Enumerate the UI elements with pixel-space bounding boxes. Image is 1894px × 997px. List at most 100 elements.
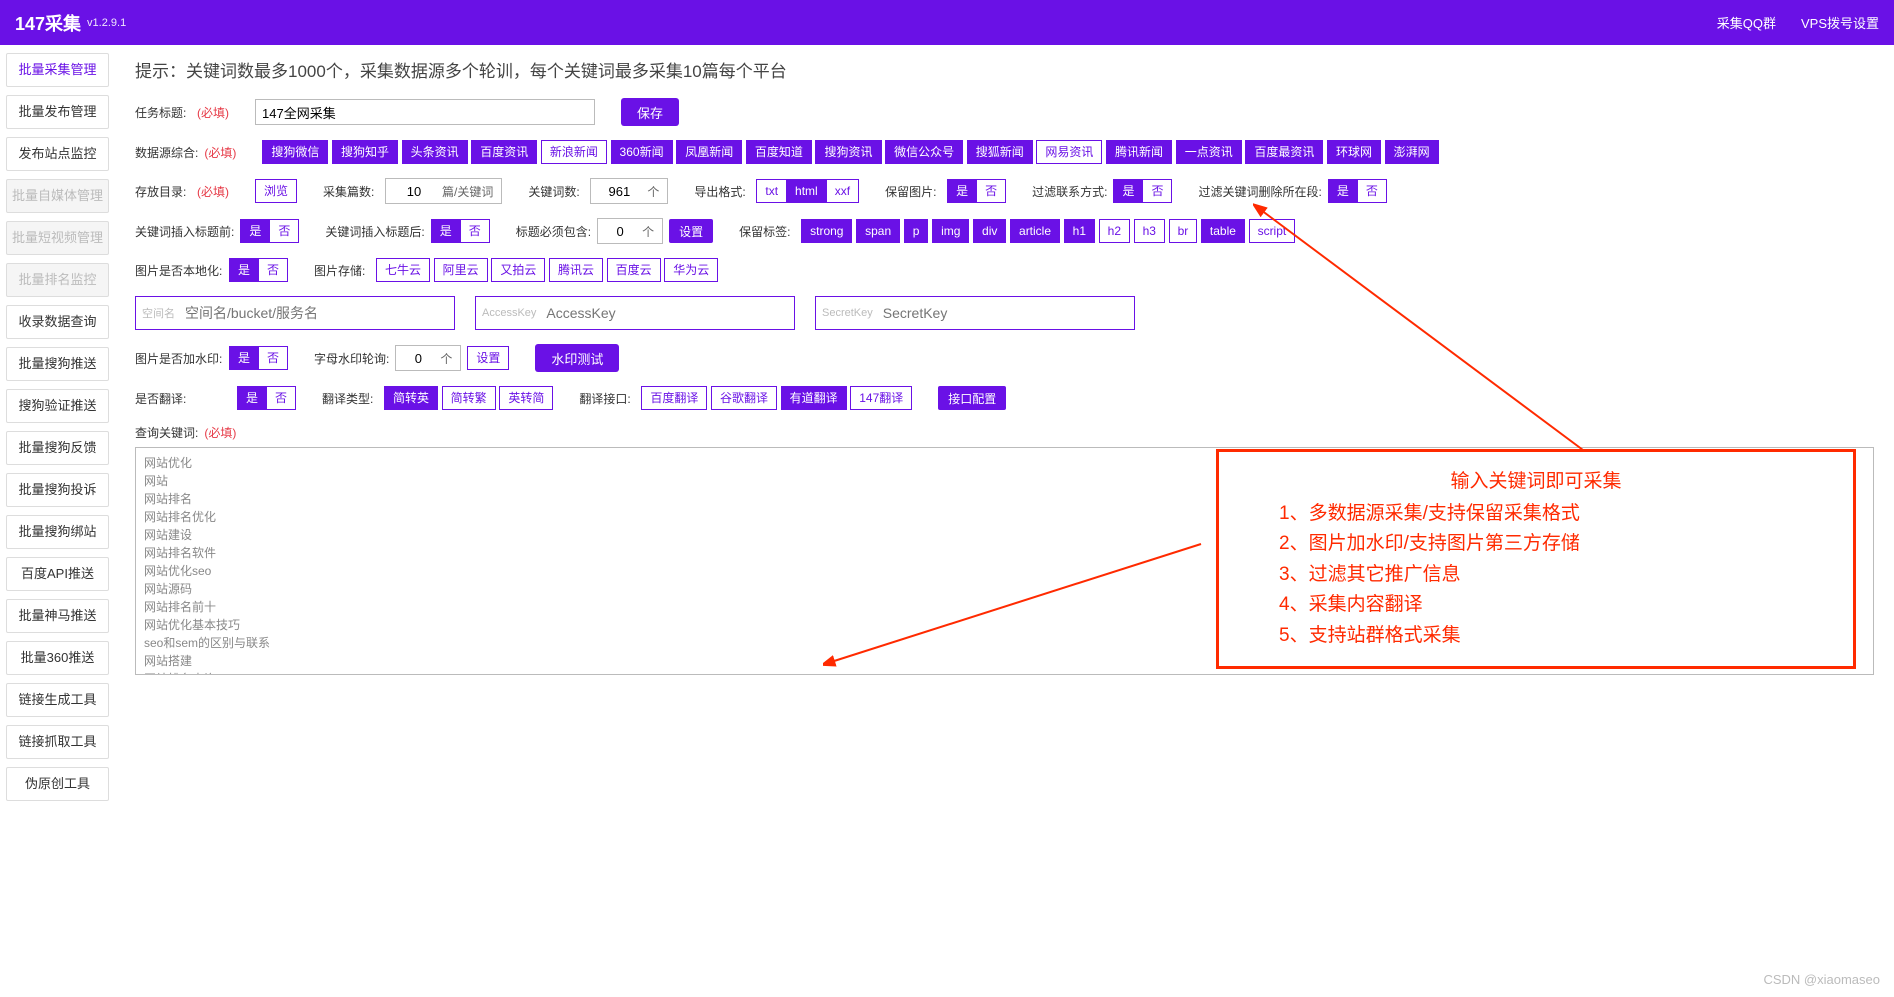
keep-tag-option[interactable]: h1 bbox=[1064, 219, 1095, 243]
source-option[interactable]: 百度资讯 bbox=[471, 140, 537, 164]
kw-pre-option[interactable]: 是 bbox=[240, 219, 269, 243]
translate-option[interactable]: 否 bbox=[266, 386, 296, 410]
sidebar-item[interactable]: 搜狗验证推送 bbox=[6, 389, 109, 423]
wm-test-button[interactable]: 水印测试 bbox=[535, 344, 619, 372]
space-name-input[interactable] bbox=[181, 298, 454, 328]
trans-api-option[interactable]: 百度翻译 bbox=[641, 386, 707, 410]
filter-kw-option[interactable]: 是 bbox=[1328, 179, 1357, 203]
secretkey-input[interactable] bbox=[879, 298, 1134, 328]
source-option[interactable]: 搜狗微信 bbox=[262, 140, 328, 164]
sidebar-item[interactable]: 批量360推送 bbox=[6, 641, 109, 675]
link-vps-settings[interactable]: VPS拨号设置 bbox=[1801, 13, 1879, 32]
save-button[interactable]: 保存 bbox=[621, 98, 679, 126]
watermark-option[interactable]: 是 bbox=[229, 346, 258, 370]
source-option[interactable]: 搜狐新闻 bbox=[967, 140, 1033, 164]
sidebar-item[interactable]: 批量搜狗推送 bbox=[6, 347, 109, 381]
task-title-input[interactable] bbox=[255, 99, 595, 125]
accesskey-input[interactable] bbox=[542, 298, 794, 328]
trans-type-option[interactable]: 简转英 bbox=[384, 386, 438, 410]
source-option[interactable]: 头条资讯 bbox=[402, 140, 468, 164]
accesskey-field[interactable]: AccessKey bbox=[475, 296, 795, 330]
watermark-option[interactable]: 否 bbox=[258, 346, 288, 370]
secretkey-field[interactable]: SecretKey bbox=[815, 296, 1135, 330]
trans-type-option[interactable]: 英转简 bbox=[499, 386, 553, 410]
title-must-set-button[interactable]: 设置 bbox=[669, 219, 713, 243]
pic-local-option[interactable]: 否 bbox=[258, 258, 288, 282]
sidebar-item[interactable]: 百度API推送 bbox=[6, 557, 109, 591]
translate-option[interactable]: 是 bbox=[237, 386, 266, 410]
sidebar-item[interactable]: 伪原创工具 bbox=[6, 767, 109, 801]
keep-tag-option[interactable]: div bbox=[973, 219, 1006, 243]
filter-contact-option[interactable]: 是 bbox=[1113, 179, 1142, 203]
sidebar-item[interactable]: 批量搜狗绑站 bbox=[6, 515, 109, 549]
keep-tag-option[interactable]: h2 bbox=[1099, 219, 1130, 243]
keep-tag-option[interactable]: table bbox=[1201, 219, 1245, 243]
keep-tag-option[interactable]: br bbox=[1169, 219, 1198, 243]
sidebar-item[interactable]: 发布站点监控 bbox=[6, 137, 109, 171]
sidebar-item[interactable]: 批量采集管理 bbox=[6, 53, 109, 87]
collect-count-input[interactable] bbox=[390, 180, 438, 202]
source-option[interactable]: 新浪新闻 bbox=[541, 140, 607, 164]
pic-store-option[interactable]: 七牛云 bbox=[376, 258, 430, 282]
space-name-field[interactable]: 空间名 bbox=[135, 296, 455, 330]
source-option[interactable]: 搜狗资讯 bbox=[815, 140, 881, 164]
keep-tag-option[interactable]: strong bbox=[801, 219, 852, 243]
title-must-input[interactable] bbox=[602, 220, 638, 242]
source-option[interactable]: 澎湃网 bbox=[1385, 140, 1439, 164]
pic-store-option[interactable]: 又拍云 bbox=[491, 258, 545, 282]
source-label: 数据源综合: bbox=[135, 144, 198, 161]
wm-set-button[interactable]: 设置 bbox=[467, 346, 509, 370]
kw-suf-option[interactable]: 是 bbox=[431, 219, 460, 243]
keep-tag-option[interactable]: span bbox=[856, 219, 900, 243]
pic-store-option[interactable]: 腾讯云 bbox=[549, 258, 603, 282]
trans-type-option[interactable]: 简转繁 bbox=[442, 386, 496, 410]
filter-contact-option[interactable]: 否 bbox=[1142, 179, 1172, 203]
source-option[interactable]: 百度最资讯 bbox=[1245, 140, 1323, 164]
source-option[interactable]: 凤凰新闻 bbox=[676, 140, 742, 164]
browse-button[interactable]: 浏览 bbox=[255, 179, 297, 203]
trans-api-option[interactable]: 147翻译 bbox=[850, 386, 912, 410]
keep-tag-option[interactable]: p bbox=[904, 219, 929, 243]
filter-kw-option[interactable]: 否 bbox=[1357, 179, 1387, 203]
sidebar-item[interactable]: 批量神马推送 bbox=[6, 599, 109, 633]
keep-tag-option[interactable]: img bbox=[932, 219, 969, 243]
pic-store-option[interactable]: 华为云 bbox=[664, 258, 718, 282]
api-config-button[interactable]: 接口配置 bbox=[938, 386, 1006, 410]
source-option[interactable]: 微信公众号 bbox=[885, 140, 963, 164]
sidebar-item[interactable]: 批量搜狗投诉 bbox=[6, 473, 109, 507]
sidebar-item[interactable]: 批量发布管理 bbox=[6, 95, 109, 129]
source-option[interactable]: 环球网 bbox=[1327, 140, 1381, 164]
sidebar-item[interactable]: 链接抓取工具 bbox=[6, 725, 109, 759]
source-option[interactable]: 网易资讯 bbox=[1036, 140, 1102, 164]
pic-local-option[interactable]: 是 bbox=[229, 258, 258, 282]
source-option[interactable]: 百度知道 bbox=[746, 140, 812, 164]
source-option[interactable]: 腾讯新闻 bbox=[1106, 140, 1172, 164]
keep-pic-option[interactable]: 否 bbox=[976, 179, 1006, 203]
kw-suf-option[interactable]: 否 bbox=[460, 219, 490, 243]
letter-wm-input[interactable] bbox=[400, 347, 436, 369]
sidebar-item[interactable]: 链接生成工具 bbox=[6, 683, 109, 717]
source-option[interactable]: 360新闻 bbox=[611, 140, 673, 164]
keep-tag-option[interactable]: script bbox=[1249, 219, 1296, 243]
format-option[interactable]: txt bbox=[756, 179, 786, 203]
pic-store-option[interactable]: 阿里云 bbox=[434, 258, 488, 282]
pic-store-option[interactable]: 百度云 bbox=[607, 258, 661, 282]
sidebar-item[interactable]: 批量搜狗反馈 bbox=[6, 431, 109, 465]
kw-pre-option[interactable]: 否 bbox=[269, 219, 299, 243]
format-option[interactable]: html bbox=[786, 179, 826, 203]
trans-api-option[interactable]: 有道翻译 bbox=[781, 386, 847, 410]
watermark-label: 图片是否加水印: bbox=[135, 350, 223, 367]
keep-pic-option[interactable]: 是 bbox=[947, 179, 976, 203]
keyword-count-input[interactable] bbox=[595, 180, 643, 202]
pic-store-label: 图片存储: bbox=[314, 262, 370, 279]
keyword-textarea[interactable] bbox=[135, 447, 1874, 675]
format-option[interactable]: xxf bbox=[826, 179, 859, 203]
keep-tag-option[interactable]: article bbox=[1010, 219, 1060, 243]
sidebar-item[interactable]: 收录数据查询 bbox=[6, 305, 109, 339]
trans-api-option[interactable]: 谷歌翻译 bbox=[711, 386, 777, 410]
source-option[interactable]: 一点资讯 bbox=[1176, 140, 1242, 164]
link-qq-group[interactable]: 采集QQ群 bbox=[1717, 13, 1776, 32]
trans-type-label: 翻译类型: bbox=[322, 390, 378, 407]
source-option[interactable]: 搜狗知乎 bbox=[332, 140, 398, 164]
keep-tag-option[interactable]: h3 bbox=[1134, 219, 1165, 243]
